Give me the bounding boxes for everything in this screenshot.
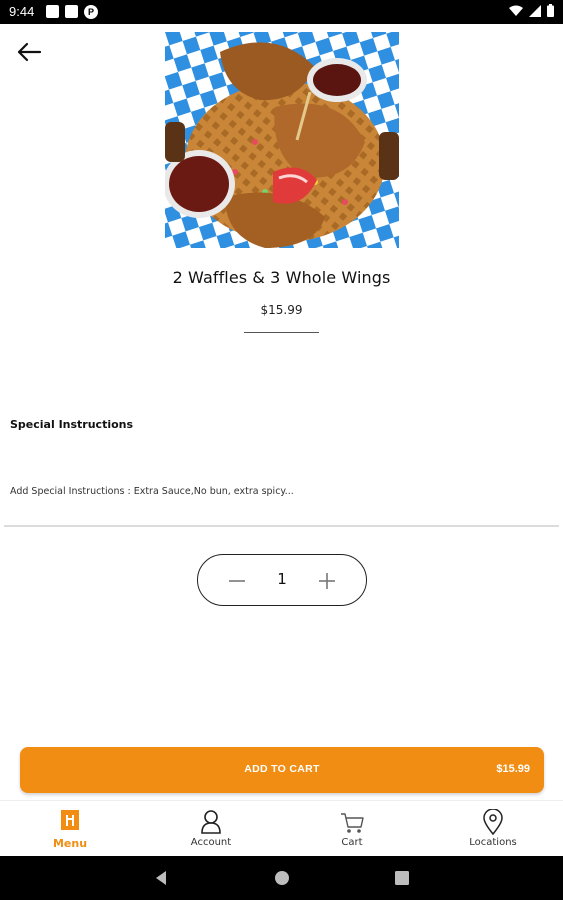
notification-square-icon — [65, 5, 78, 18]
status-bar: 9:44 P — [0, 0, 563, 24]
increase-quantity-button[interactable] — [314, 568, 340, 594]
item-price: $15.99 — [260, 303, 303, 317]
location-pin-icon — [483, 809, 503, 835]
system-back-button[interactable] — [151, 868, 171, 888]
nav-label-locations: Locations — [469, 837, 517, 848]
nav-label-cart: Cart — [341, 837, 363, 848]
notification-badge-icon: P — [84, 5, 98, 19]
triangle-back-icon — [156, 871, 166, 885]
battery-icon — [547, 4, 554, 17]
special-instructions-input[interactable] — [10, 482, 550, 500]
notification-icons: P — [46, 5, 98, 19]
bottom-nav: Menu Account Cart Locations — [0, 800, 563, 856]
nav-item-menu[interactable]: Menu — [0, 801, 140, 857]
special-instructions-label: Special Instructions — [10, 418, 134, 431]
item-title: 2 Waffles & 3 Whole Wings — [172, 268, 391, 287]
nav-item-locations[interactable]: Locations — [423, 801, 563, 857]
item-image — [165, 32, 399, 248]
notification-square-icon — [46, 5, 59, 18]
nav-label-menu: Menu — [52, 837, 88, 850]
add-to-cart-price: $15.99 — [496, 763, 530, 775]
minus-icon — [229, 580, 245, 582]
decrease-quantity-button[interactable] — [224, 568, 250, 594]
circle-home-icon — [275, 871, 289, 885]
waffles-wings-photo — [165, 32, 399, 248]
system-recents-button[interactable] — [392, 868, 412, 888]
cart-icon — [341, 813, 364, 833]
add-to-cart-label: ADD TO CART — [244, 763, 320, 775]
menu-icon — [61, 810, 79, 830]
signal-icon — [529, 4, 541, 17]
plus-icon — [319, 573, 335, 589]
add-to-cart-button[interactable]: ADD TO CART $15.99 — [20, 747, 544, 793]
square-recents-icon — [395, 871, 409, 885]
price-divider — [244, 332, 319, 333]
status-time: 9:44 — [9, 4, 35, 19]
nav-label-account: Account — [190, 837, 232, 848]
quantity-value: 1 — [277, 570, 287, 588]
status-right-icons — [509, 4, 554, 17]
back-button[interactable] — [14, 38, 44, 66]
account-icon — [201, 810, 221, 834]
special-instructions-divider — [4, 525, 559, 527]
system-home-button[interactable] — [272, 868, 292, 888]
wifi-icon — [509, 5, 523, 16]
arrow-left-icon — [17, 42, 42, 62]
quantity-stepper: 1 — [197, 554, 367, 606]
system-nav-bar — [0, 856, 563, 900]
nav-item-account[interactable]: Account — [141, 801, 281, 857]
nav-item-cart[interactable]: Cart — [282, 801, 422, 857]
